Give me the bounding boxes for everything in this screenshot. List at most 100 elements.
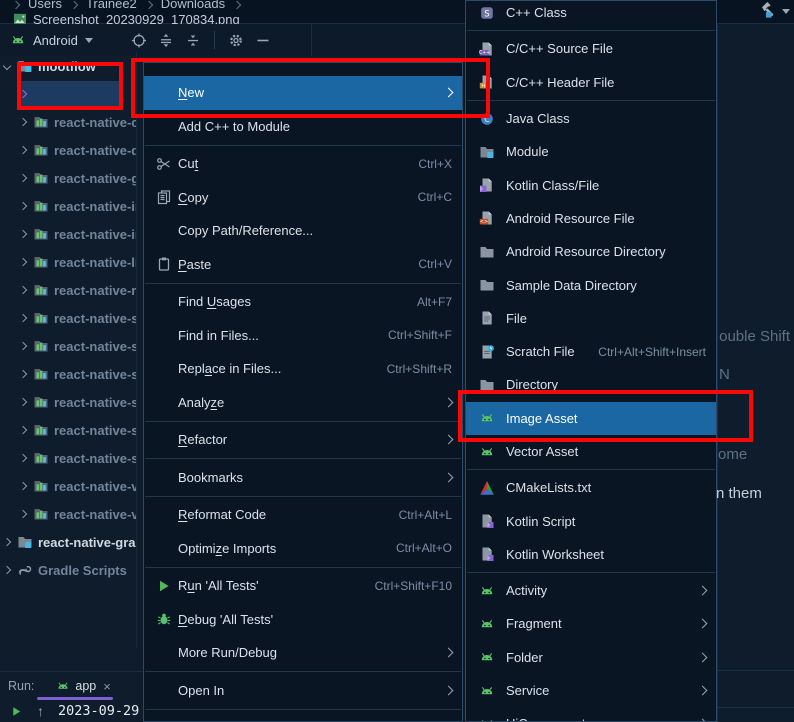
menu-item-open-in[interactable]: Open In xyxy=(144,674,462,708)
tree-expand-chevron-icon[interactable] xyxy=(19,230,27,238)
tree-item-react-native-sc[interactable]: react-native-sc xyxy=(0,332,136,360)
tree-expand-chevron-icon[interactable] xyxy=(19,174,27,182)
tree-item-mootflow[interactable]: mootflow xyxy=(0,52,136,80)
tree-expand-chevron-icon[interactable] xyxy=(19,314,27,322)
menu-item-cmakelists-txt[interactable]: CMakeLists.txt xyxy=(466,471,716,504)
tree-expand-chevron-icon[interactable] xyxy=(19,286,27,294)
menu-item-vector-asset[interactable]: Vector Asset xyxy=(466,435,716,468)
menu-item-find-in-files[interactable]: Find in Files...Ctrl+Shift+F xyxy=(144,319,462,353)
tree-expand-chevron-icon[interactable] xyxy=(19,398,27,406)
tree-item-react-native-ge[interactable]: react-native-ge xyxy=(0,164,136,192)
menu-item-copy-path-reference[interactable]: Copy Path/Reference... xyxy=(144,214,462,248)
cmake-icon xyxy=(479,480,495,496)
breadcrumb-item-trainee2[interactable]: Trainee2 xyxy=(86,0,137,11)
menu-item-shortcut: Ctrl+V xyxy=(404,257,452,271)
menu-item-c-class[interactable]: SC++ Class xyxy=(466,0,716,29)
tree-item-react-native-sa[interactable]: react-native-sa xyxy=(0,304,136,332)
menu-item-service[interactable]: Service xyxy=(466,674,716,707)
expand-all-icon[interactable] xyxy=(158,32,174,49)
menu-item-debug-all-tests[interactable]: Debug 'All Tests' xyxy=(144,603,462,637)
tree-expand-chevron-icon[interactable] xyxy=(19,482,27,490)
menu-item-label: Debug 'All Tests' xyxy=(178,612,273,627)
menu-item-refactor[interactable]: Refactor xyxy=(144,423,462,457)
menu-item-c-c-header-file[interactable]: HC/C++ Header File xyxy=(466,66,716,99)
menu-item-paste[interactable]: PasteCtrl+V xyxy=(144,248,462,282)
menu-item-image-asset[interactable]: Image Asset xyxy=(466,402,716,435)
tree-expand-chevron-icon[interactable] xyxy=(19,342,27,350)
tree-item-react-native-sn[interactable]: react-native-sn xyxy=(0,388,136,416)
menu-item-bookmarks[interactable]: Bookmarks xyxy=(144,461,462,495)
breadcrumb-item-downloads[interactable]: Downloads xyxy=(161,0,225,11)
tree-expand-chevron-icon[interactable] xyxy=(19,118,27,126)
menu-item-run-all-tests[interactable]: Run 'All Tests'Ctrl+Shift+F10 xyxy=(144,569,462,603)
menu-item-fragment[interactable]: Fragment xyxy=(466,607,716,640)
tree-item-label: react-native-sn xyxy=(54,395,136,410)
tree-expand-chevron-icon[interactable] xyxy=(19,258,27,266)
menu-item-add-c-to-module[interactable]: Add C++ to Module xyxy=(144,110,462,144)
locate-icon[interactable] xyxy=(131,32,147,49)
tree-item-gradle-scripts[interactable]: Gradle Scripts xyxy=(0,556,136,584)
tree-item-react-native-im[interactable]: react-native-im xyxy=(0,192,136,220)
tree-item-react-native-gradl[interactable]: react-native-gradl xyxy=(0,528,136,556)
build-dropdown-chevron-icon[interactable] xyxy=(782,9,790,14)
tree-expand-chevron-icon[interactable] xyxy=(19,454,27,462)
rerun-play-icon[interactable] xyxy=(10,705,23,718)
menu-item-new[interactable]: New xyxy=(144,76,462,110)
menu-item-sample-data-directory[interactable]: Sample Data Directory xyxy=(466,268,716,301)
menu-item-cut[interactable]: CutCtrl+X xyxy=(144,147,462,181)
menu-item-android-resource-directory[interactable]: Android Resource Directory xyxy=(466,235,716,268)
menu-item-kotlin-script[interactable]: Kotlin Script xyxy=(466,504,716,537)
scroll-up-icon[interactable]: ↑ xyxy=(37,703,44,719)
tree-expand-chevron-icon[interactable] xyxy=(19,426,27,434)
tree-item-react-native-vi[interactable]: react-native-vi xyxy=(0,500,136,528)
menu-item-find-usages[interactable]: Find UsagesAlt+F7 xyxy=(144,285,462,319)
menu-item-c-c-source-file[interactable]: C++C/C++ Source File xyxy=(466,32,716,65)
tree-expand-chevron-icon[interactable] xyxy=(3,62,11,70)
menu-item-kotlin-class-file[interactable]: Kotlin Class/File xyxy=(466,168,716,201)
run-tab-app[interactable]: app × xyxy=(56,679,110,694)
settings-gear-icon[interactable] xyxy=(228,32,244,49)
svg-text:C: C xyxy=(484,115,490,124)
menu-item-scratch-file[interactable]: Scratch FileCtrl+Alt+Shift+Insert xyxy=(466,335,716,368)
menu-item-copy[interactable]: CopyCtrl+C xyxy=(144,181,462,215)
menu-item-folder[interactable]: Folder xyxy=(466,641,716,674)
library-icon xyxy=(33,450,49,466)
tree-expand-chevron-icon[interactable] xyxy=(3,538,11,546)
tree-item-react-native-lin[interactable]: react-native-lin xyxy=(0,248,136,276)
menu-item-activity[interactable]: Activity xyxy=(466,574,716,607)
tree-item-react-native-ve[interactable]: react-native-ve xyxy=(0,472,136,500)
menu-item-android-resource-file[interactable]: <>Android Resource File xyxy=(466,202,716,235)
tree-expand-chevron-icon[interactable] xyxy=(19,370,27,378)
tree-expand-chevron-icon[interactable] xyxy=(19,510,27,518)
menu-item-directory[interactable]: Directory xyxy=(466,368,716,401)
menu-item-analyze[interactable]: Analyze xyxy=(144,386,462,420)
tab-close-icon[interactable]: × xyxy=(103,679,111,694)
tree-item-react-native-re[interactable]: react-native-re xyxy=(0,276,136,304)
menu-item-reformat-code[interactable]: Reformat CodeCtrl+Alt+L xyxy=(144,498,462,532)
tree-expand-chevron-icon[interactable] xyxy=(19,146,27,154)
hide-panel-icon[interactable] xyxy=(255,32,271,49)
tree-item-react-native-so[interactable]: react-native-so xyxy=(0,416,136,444)
tree-item-react-native-co[interactable]: react-native-co xyxy=(0,108,136,136)
menu-item-more-run-debug[interactable]: More Run/Debug xyxy=(144,636,462,670)
tree-item-react-native-sh[interactable]: react-native-sh xyxy=(0,360,136,388)
tree-item-react-native-dr[interactable]: react-native-dr xyxy=(0,136,136,164)
tree-item-react-native-im[interactable]: react-native-im xyxy=(0,220,136,248)
tree-expand-chevron-icon[interactable] xyxy=(19,202,27,210)
run-panel-border xyxy=(717,670,794,671)
svg-text:C++: C++ xyxy=(479,50,490,56)
menu-item-replace-in-files[interactable]: Replace in Files...Ctrl+Shift+R xyxy=(144,352,462,386)
menu-item-java-class[interactable]: CJava Class xyxy=(466,102,716,135)
collapse-all-icon[interactable] xyxy=(185,32,201,49)
menu-item-kotlin-worksheet[interactable]: Kotlin Worksheet xyxy=(466,538,716,571)
menu-item-file[interactable]: File xyxy=(466,302,716,335)
menu-item-optimize-imports[interactable]: Optimize ImportsCtrl+Alt+O xyxy=(144,532,462,566)
hammer-build-icon[interactable] xyxy=(759,1,779,21)
breadcrumb-item-users[interactable]: Users xyxy=(28,0,62,11)
menu-item-local-history[interactable]: Local History xyxy=(144,711,462,722)
menu-item-module[interactable]: Module xyxy=(466,135,716,168)
tree-item-react-native-sv[interactable]: react-native-sv xyxy=(0,444,136,472)
tree-expand-chevron-icon[interactable] xyxy=(3,566,11,574)
project-view-selector[interactable]: Android xyxy=(0,32,93,48)
menu-item-uicomponent[interactable]: UiComponent xyxy=(466,707,716,722)
